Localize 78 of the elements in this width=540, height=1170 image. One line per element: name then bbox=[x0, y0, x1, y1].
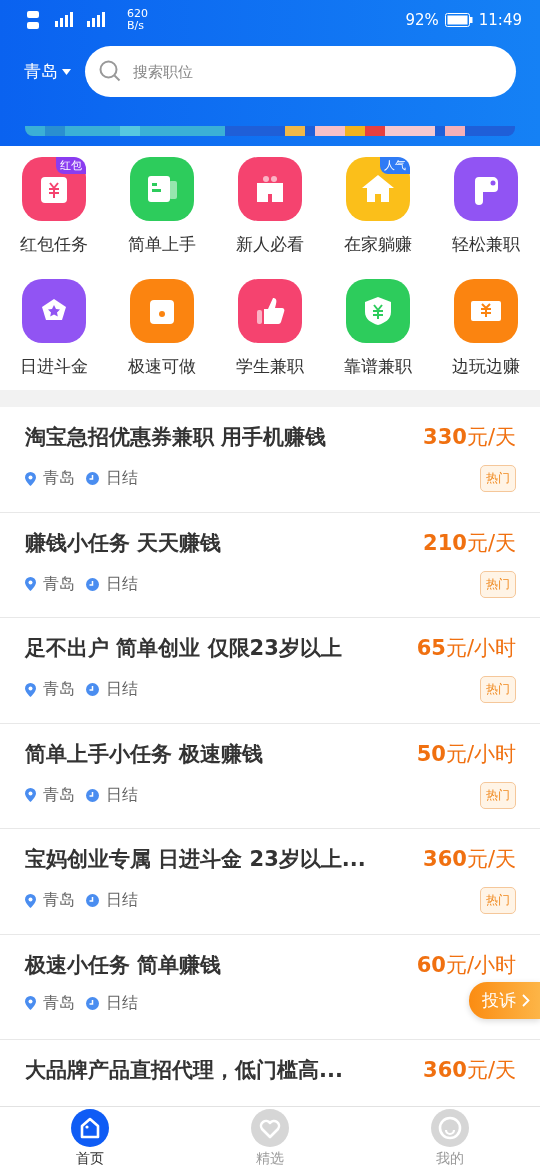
location-pin-icon bbox=[25, 682, 36, 697]
app-icon[interactable]: 人气 bbox=[346, 157, 410, 221]
home-icon bbox=[71, 1109, 109, 1147]
location-pin-icon bbox=[25, 996, 36, 1010]
icon-badge: 红包 bbox=[56, 157, 86, 174]
job-city: 青岛 bbox=[43, 784, 75, 806]
shortcut-label[interactable]: 新人必看 bbox=[236, 233, 304, 256]
job-salary: 360元/天 bbox=[423, 846, 516, 873]
chevron-icon bbox=[522, 994, 530, 1007]
job-salary: 65元/小时 bbox=[416, 635, 516, 662]
shortcut-label[interactable]: 极速可做 bbox=[128, 355, 196, 378]
job-salary: 210元/天 bbox=[423, 529, 516, 557]
app-icon[interactable] bbox=[130, 157, 194, 221]
shortcut-label[interactable]: 轻松兼职 bbox=[452, 233, 520, 256]
job-city: 青岛 bbox=[43, 468, 75, 489]
job-city: 青岛 bbox=[43, 890, 75, 911]
app-icon[interactable] bbox=[22, 279, 86, 343]
shortcut-label[interactable]: 靠谱兼职 bbox=[344, 355, 412, 378]
shortcut-label[interactable]: 红包任务 bbox=[20, 233, 88, 256]
location-pin-icon bbox=[25, 788, 36, 802]
search-field[interactable]: 搜索职位 bbox=[85, 46, 516, 97]
city-selector[interactable]: 青岛 bbox=[24, 60, 71, 83]
job-settlement: 日结 bbox=[106, 468, 138, 489]
app-icon[interactable] bbox=[130, 279, 194, 343]
job-city: 青岛 bbox=[43, 573, 75, 595]
job-salary: 330元/天 bbox=[423, 424, 516, 451]
job-title[interactable]: 简单上手小任务 极速赚钱 bbox=[25, 739, 264, 768]
job-salary: 360元/天 bbox=[423, 1057, 516, 1084]
job-title[interactable]: 极速小任务 简单赚钱 bbox=[25, 950, 222, 979]
clock-icon bbox=[86, 683, 99, 696]
clock-icon bbox=[86, 788, 99, 802]
job-settlement: 日结 bbox=[106, 992, 138, 1014]
shortcut-label[interactable]: 简单上手 bbox=[128, 233, 196, 256]
battery-percent: 92% bbox=[405, 11, 439, 29]
job-title[interactable]: 大品牌产品直招代理，低门槛高... bbox=[25, 1056, 343, 1084]
job-settlement: 日结 bbox=[106, 784, 138, 806]
job-title[interactable]: 宝妈创业专属 日进斗金 23岁以上... bbox=[25, 845, 366, 873]
clock-icon bbox=[86, 472, 99, 485]
smiley-icon bbox=[431, 1109, 469, 1147]
battery-icon bbox=[444, 13, 473, 27]
app-icon[interactable] bbox=[454, 279, 518, 343]
icon-badge: 人气 bbox=[380, 157, 410, 174]
tab[interactable]: 首页 bbox=[0, 1107, 180, 1170]
hot-tag: 热门 bbox=[480, 887, 516, 914]
shortcut-label[interactable]: 日进斗金 bbox=[20, 355, 88, 378]
job-salary: 50元/小时 bbox=[416, 740, 516, 768]
job-settlement: 日结 bbox=[106, 573, 138, 595]
job-city: 青岛 bbox=[43, 679, 75, 700]
job-title[interactable]: 淘宝急招优惠券兼职 用手机赚钱 bbox=[25, 423, 327, 451]
hot-tag: 热门 bbox=[480, 676, 516, 703]
location-pin-icon bbox=[25, 471, 36, 486]
shortcut-label[interactable]: 边玩边赚 bbox=[452, 355, 520, 378]
job-title[interactable]: 赚钱小任务 天天赚钱 bbox=[25, 528, 222, 557]
app-icon[interactable] bbox=[238, 279, 302, 343]
job-settlement: 日结 bbox=[106, 890, 138, 911]
location-pin-icon bbox=[25, 577, 36, 591]
job-salary: 60元/小时 bbox=[416, 951, 516, 979]
job-city: 青岛 bbox=[43, 992, 75, 1014]
location-pin-icon bbox=[25, 893, 36, 908]
network-unit: B/s bbox=[127, 20, 145, 32]
app-icon[interactable]: 红包 bbox=[22, 157, 86, 221]
clock-icon bbox=[86, 996, 99, 1010]
hot-tag: 热门 bbox=[480, 781, 516, 809]
network-speed: 620 bbox=[127, 8, 148, 20]
shortcut-label[interactable]: 在家躺赚 bbox=[344, 233, 412, 256]
search-icon bbox=[99, 60, 121, 82]
app-icon[interactable] bbox=[454, 157, 518, 221]
shortcut-label[interactable]: 学生兼职 bbox=[236, 355, 304, 378]
dropdown-caret-icon bbox=[62, 68, 71, 75]
clock-icon bbox=[86, 894, 99, 907]
job-settlement: 日结 bbox=[106, 679, 138, 700]
hot-tag: 热门 bbox=[480, 570, 516, 598]
app-icon[interactable] bbox=[346, 279, 410, 343]
clock-icon bbox=[86, 577, 99, 591]
hot-tag: 热门 bbox=[480, 465, 516, 492]
job-title[interactable]: 足不出户 简单创业 仅限23岁以上 bbox=[25, 634, 342, 662]
app-icon[interactable] bbox=[238, 157, 302, 221]
clock: 11:49 bbox=[478, 11, 522, 29]
